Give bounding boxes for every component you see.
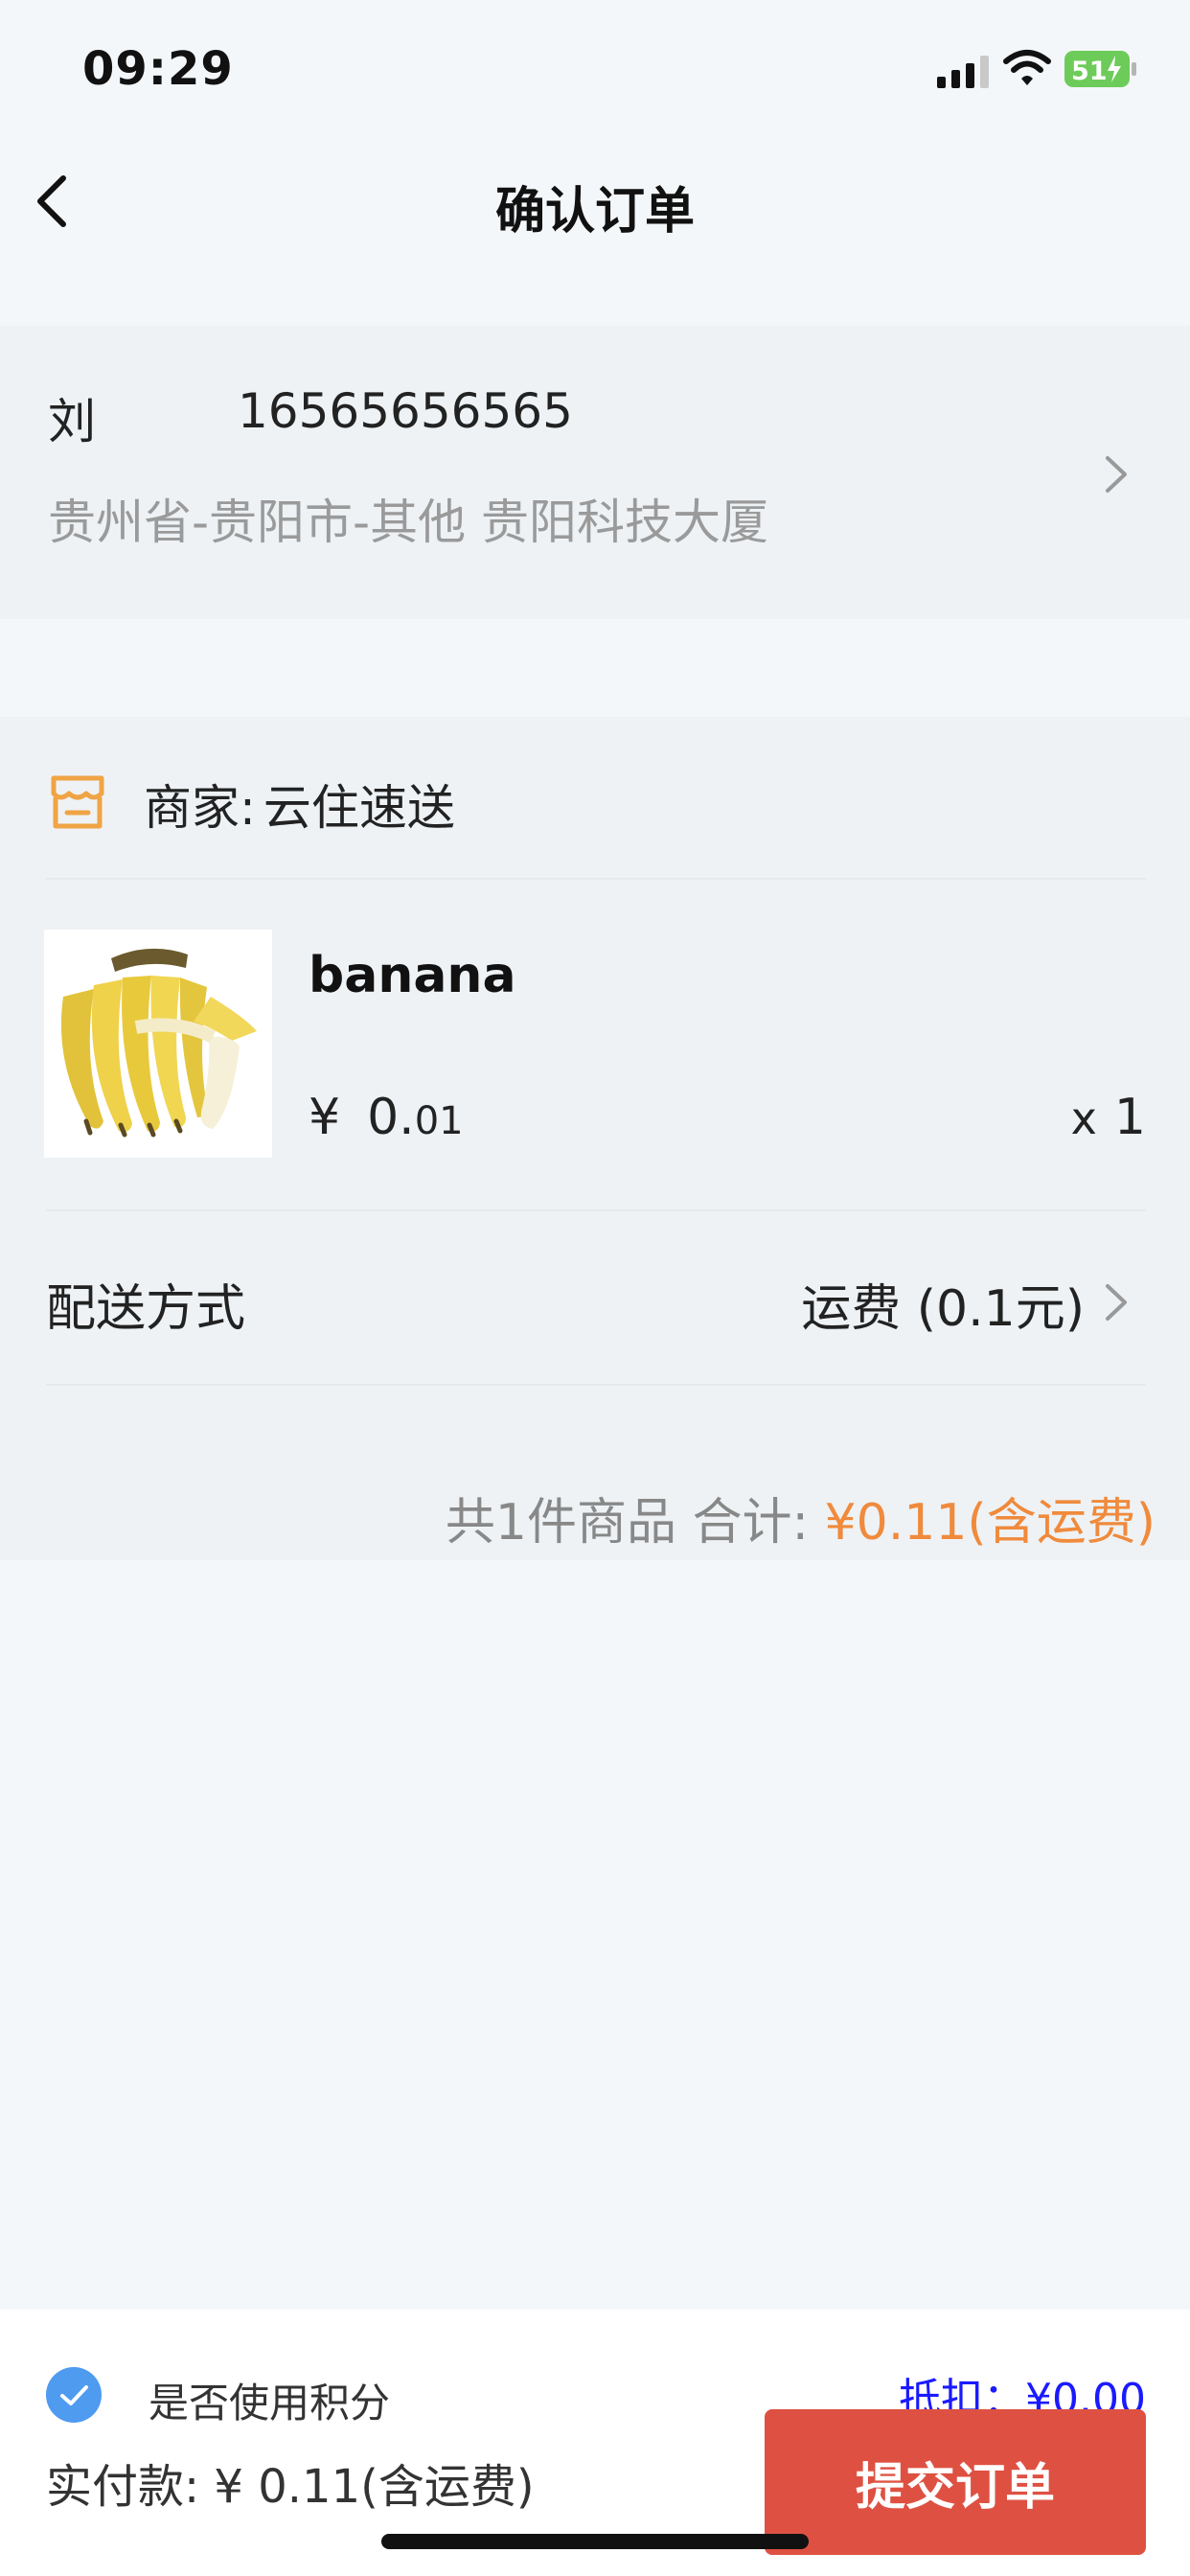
chevron-right-icon: [1106, 456, 1127, 493]
quantity-value: 1: [1113, 1089, 1146, 1146]
item-count-text: 共1件商品 合计:: [445, 1494, 810, 1552]
delivery-value: 运费 (0.1元): [801, 1280, 1085, 1338]
delivery-row[interactable]: 配送方式 运费 (0.1元): [0, 1215, 1190, 1388]
product-image: [44, 930, 272, 1158]
price-decimal: 01: [414, 1099, 464, 1143]
chevron-right-icon: [1106, 1284, 1127, 1321]
actual-payment: 实付款: ¥ 0.11(含运费): [46, 2460, 535, 2514]
delivery-label: 配送方式: [46, 1280, 246, 1338]
recipient-name: 刘: [48, 394, 96, 449]
use-points-checkbox[interactable]: [46, 2367, 102, 2423]
recipient-phone: 16565656565: [238, 383, 573, 439]
status-time: 09:29: [82, 42, 234, 96]
checkmark-icon: [60, 2385, 88, 2405]
submit-order-button[interactable]: 提交订单: [765, 2409, 1146, 2555]
product-row[interactable]: banana ¥0.01 x1: [0, 880, 1190, 1177]
quantity-prefix: x: [1070, 1092, 1097, 1144]
price-currency: ¥: [309, 1089, 341, 1146]
store-icon: [51, 775, 104, 829]
wifi-icon: [1003, 50, 1051, 85]
order-card: 商家: 云住速送 banana ¥0.01 x1 配送方式 运费 (0.1元) …: [0, 717, 1190, 1560]
product-quantity: x1: [1071, 1089, 1146, 1146]
order-total: 共1件商品 合计: ¥0.11(含运费): [446, 1482, 1156, 1553]
merchant-info: 商家: 云住速送: [144, 770, 455, 839]
banana-image: [44, 930, 272, 1158]
recipient-address: 贵州省-贵阳市-其他 贵阳科技大厦: [48, 494, 768, 550]
page-title: 确认订单: [494, 183, 695, 241]
signal-icon: [937, 56, 989, 88]
merchant-row: 商家: 云住速送: [0, 717, 1190, 880]
home-indicator: [381, 2534, 809, 2549]
battery-level: 51: [1071, 57, 1108, 86]
merchant-name: 云住速送: [263, 780, 455, 836]
product-name: banana: [309, 947, 516, 1004]
use-points-label: 是否使用积分: [149, 2380, 391, 2426]
price-integer: 0.: [367, 1089, 415, 1146]
total-amount: ¥0.11(含运费): [824, 1494, 1156, 1552]
battery-icon: 51: [1064, 51, 1136, 87]
order-total-row: 共1件商品 合计: ¥0.11(含运费): [0, 1426, 1190, 1560]
product-price: ¥0.01: [309, 1089, 464, 1146]
address-card[interactable]: 刘 16565656565 贵州省-贵阳市-其他 贵阳科技大厦: [0, 326, 1190, 619]
status-bar: 09:29 51: [0, 0, 1190, 144]
divider: [46, 1384, 1146, 1386]
nav-bar: 确认订单: [0, 144, 1190, 254]
merchant-label: 商家:: [144, 780, 256, 836]
divider: [46, 1209, 1146, 1211]
